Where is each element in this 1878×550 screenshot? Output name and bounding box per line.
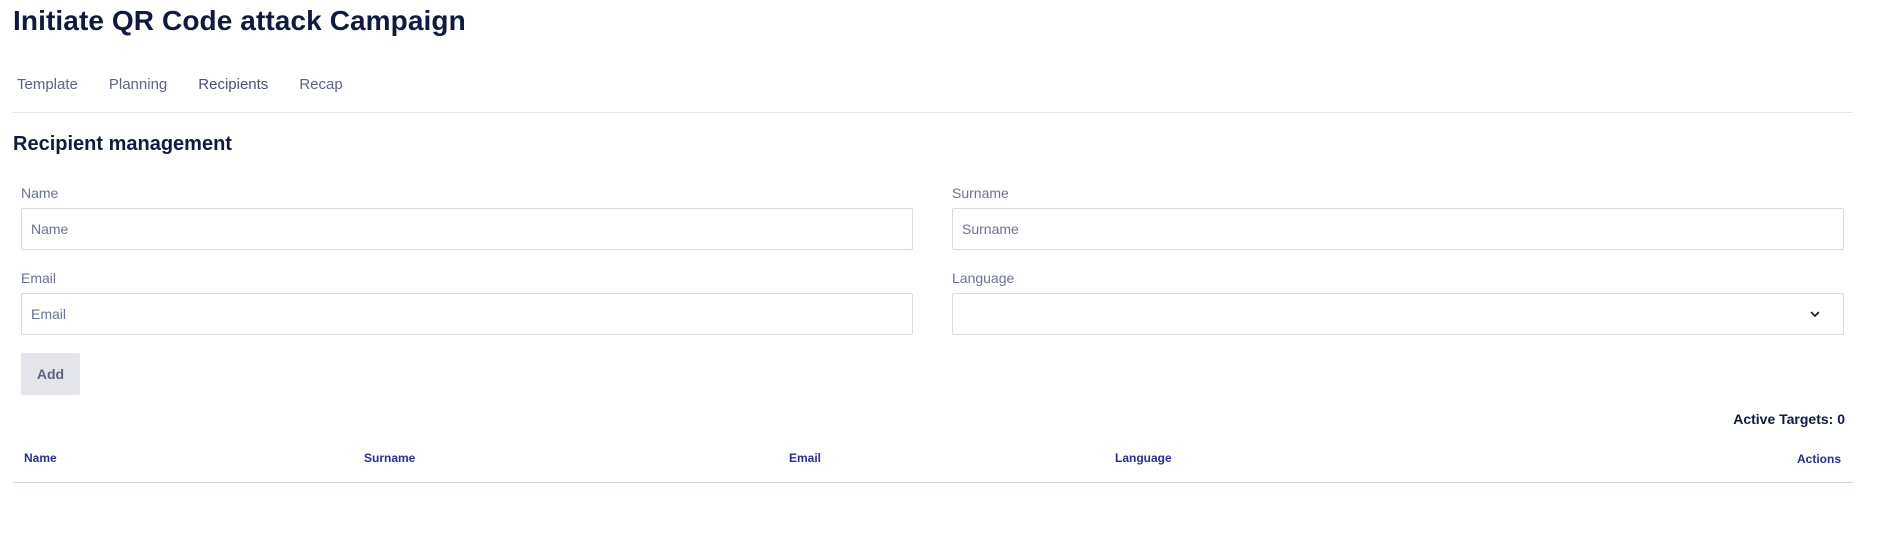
name-input[interactable]: [21, 208, 913, 250]
email-field-group: Email: [21, 269, 913, 335]
tab-template[interactable]: Template: [13, 76, 82, 94]
surname-input[interactable]: [952, 208, 1844, 250]
name-field-group: Name: [21, 184, 913, 250]
surname-field-group: Surname: [952, 184, 1844, 250]
step-tabs: Template Planning Recipients Recap: [13, 76, 1853, 113]
email-label: Email: [21, 270, 57, 286]
section-title: Recipient management: [13, 133, 232, 155]
language-field-group: Language: [952, 269, 1844, 335]
column-header-language: Language: [1115, 451, 1172, 465]
language-label: Language: [952, 270, 1015, 286]
page-title: Initiate QR Code attack Campaign: [13, 5, 466, 36]
recipients-table-header: Name Surname Email Language Actions: [13, 445, 1853, 483]
tab-recap[interactable]: Recap: [295, 76, 346, 94]
campaign-page: Initiate QR Code attack Campaign Templat…: [0, 0, 1878, 550]
column-header-email: Email: [789, 451, 822, 465]
column-header-actions: Actions: [1796, 452, 1841, 466]
chevron-down-icon: [1810, 311, 1820, 317]
surname-label: Surname: [952, 185, 1009, 201]
tab-planning[interactable]: Planning: [105, 76, 171, 94]
active-targets-count: Active Targets: 0: [1733, 411, 1845, 427]
language-select[interactable]: [952, 293, 1844, 335]
column-header-name: Name: [24, 451, 57, 465]
add-button[interactable]: Add: [21, 353, 80, 395]
name-label: Name: [21, 185, 59, 201]
tab-recipients[interactable]: Recipients: [194, 76, 272, 94]
column-header-surname: Surname: [364, 451, 416, 465]
email-input[interactable]: [21, 293, 913, 335]
